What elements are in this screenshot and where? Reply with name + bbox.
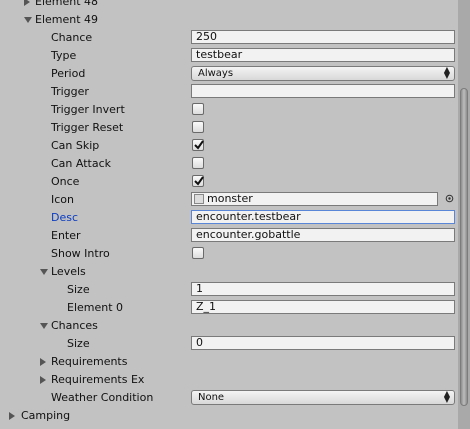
row-weather-condition: Weather Condition None ▲ ▼ bbox=[0, 389, 458, 407]
chance-label: Chance bbox=[51, 31, 93, 44]
foldout-levels[interactable]: Levels bbox=[0, 263, 458, 281]
row-can-skip: Can Skip bbox=[0, 137, 458, 155]
foldout-requirements-ex[interactable]: Requirements Ex bbox=[0, 371, 458, 389]
levels-size-field[interactable]: 1 bbox=[191, 282, 455, 296]
trigger-reset-label: Trigger Reset bbox=[51, 121, 124, 134]
row-trigger-invert: Trigger Invert bbox=[0, 101, 458, 119]
foldout-chances[interactable]: Chances bbox=[0, 317, 458, 335]
row-desc: Desc encounter.testbear bbox=[0, 209, 458, 227]
weather-condition-label: Weather Condition bbox=[51, 391, 154, 404]
sprite-icon bbox=[194, 194, 204, 204]
row-period: Period Always ▲ ▼ bbox=[0, 65, 458, 83]
caret-right-icon[interactable] bbox=[24, 0, 30, 6]
checkmark-icon bbox=[194, 176, 204, 186]
row-enter: Enter encounter.gobattle bbox=[0, 227, 458, 245]
row-levels-size: Size 1 bbox=[0, 281, 458, 299]
vertical-scrollbar[interactable] bbox=[458, 0, 470, 429]
enter-label: Enter bbox=[51, 229, 81, 242]
chances-size-field[interactable]: 0 bbox=[191, 336, 455, 350]
trigger-invert-label: Trigger Invert bbox=[51, 103, 125, 116]
type-label: Type bbox=[51, 49, 77, 62]
trigger-invert-checkbox[interactable] bbox=[192, 103, 204, 115]
caret-right-icon[interactable] bbox=[40, 358, 46, 366]
row-levels-element-0: Element 0 Z_1 bbox=[0, 299, 458, 317]
chances-label: Chances bbox=[51, 319, 98, 332]
levels-label: Levels bbox=[51, 265, 86, 278]
checkmark-icon bbox=[194, 140, 204, 150]
requirements-label: Requirements bbox=[51, 355, 128, 368]
enter-field[interactable]: encounter.gobattle bbox=[191, 228, 455, 242]
caret-down-icon[interactable] bbox=[40, 269, 48, 275]
levels-size-label: Size bbox=[67, 283, 90, 296]
requirements-ex-label: Requirements Ex bbox=[51, 373, 145, 386]
icon-value: monster bbox=[207, 192, 253, 205]
can-attack-label: Can Attack bbox=[51, 157, 112, 170]
once-checkbox[interactable] bbox=[192, 175, 204, 187]
desc-label: Desc bbox=[51, 211, 79, 224]
trigger-field[interactable] bbox=[191, 84, 455, 98]
element-49-label: Element 49 bbox=[35, 13, 99, 26]
show-intro-label: Show Intro bbox=[51, 247, 110, 260]
period-value: Always bbox=[198, 68, 234, 79]
row-icon: Icon monster bbox=[0, 191, 458, 209]
caret-right-icon[interactable] bbox=[9, 412, 15, 420]
row-type: Type testbear bbox=[0, 47, 458, 65]
levels-element-0-label: Element 0 bbox=[67, 301, 124, 314]
row-chances-size: Size 0 bbox=[0, 335, 458, 353]
icon-label: Icon bbox=[51, 193, 74, 206]
weather-condition-value: None bbox=[198, 392, 225, 403]
period-dropdown[interactable]: Always ▲ ▼ bbox=[191, 66, 455, 81]
row-trigger-reset: Trigger Reset bbox=[0, 119, 458, 137]
caret-down-icon[interactable] bbox=[40, 323, 48, 329]
can-skip-label: Can Skip bbox=[51, 139, 100, 152]
type-field[interactable]: testbear bbox=[191, 48, 455, 62]
chance-field[interactable]: 250 bbox=[191, 30, 455, 44]
row-trigger: Trigger bbox=[0, 83, 458, 101]
updown-arrows-icon: ▲ ▼ bbox=[443, 65, 450, 80]
foldout-element-49[interactable]: Element 49 bbox=[0, 11, 458, 29]
period-label: Period bbox=[51, 67, 86, 80]
chances-size-label: Size bbox=[67, 337, 90, 350]
icon-object-field[interactable]: monster bbox=[191, 192, 438, 206]
trigger-label: Trigger bbox=[51, 85, 89, 98]
trigger-reset-checkbox[interactable] bbox=[192, 121, 204, 133]
foldout-camping[interactable]: Camping bbox=[0, 407, 458, 425]
camping-label: Camping bbox=[21, 409, 71, 422]
row-show-intro: Show Intro bbox=[0, 245, 458, 263]
weather-condition-dropdown[interactable]: None ▲ ▼ bbox=[191, 390, 455, 405]
desc-field[interactable]: encounter.testbear bbox=[191, 210, 455, 224]
updown-arrows-icon: ▲ ▼ bbox=[443, 389, 450, 404]
once-label: Once bbox=[51, 175, 80, 188]
caret-right-icon[interactable] bbox=[40, 376, 46, 384]
foldout-element-48[interactable]: Element 48 bbox=[0, 0, 458, 11]
can-skip-checkbox[interactable] bbox=[192, 139, 204, 151]
element-48-label: Element 48 bbox=[35, 0, 99, 8]
foldout-requirements[interactable]: Requirements bbox=[0, 353, 458, 371]
row-chance: Chance 250 bbox=[0, 29, 458, 47]
levels-element-0-field[interactable]: Z_1 bbox=[191, 300, 455, 314]
scrollbar-thumb[interactable] bbox=[460, 88, 468, 406]
row-once: Once bbox=[0, 173, 458, 191]
caret-down-icon[interactable] bbox=[24, 17, 32, 23]
can-attack-checkbox[interactable] bbox=[192, 157, 204, 169]
object-picker-icon[interactable] bbox=[445, 194, 454, 203]
row-can-attack: Can Attack bbox=[0, 155, 458, 173]
show-intro-checkbox[interactable] bbox=[192, 247, 204, 259]
